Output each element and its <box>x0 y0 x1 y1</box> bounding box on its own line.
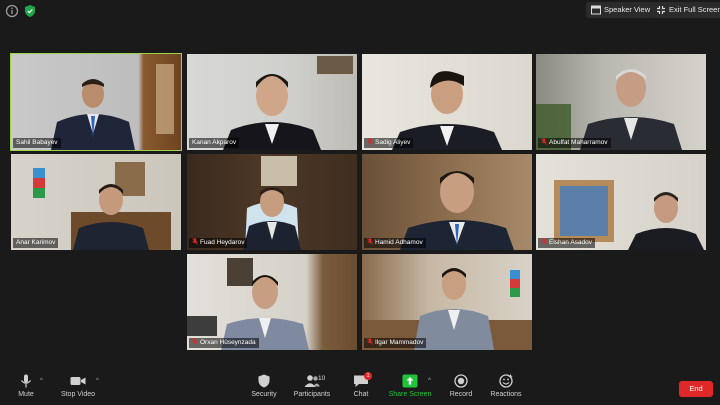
chat-button[interactable]: 1 Chat <box>348 372 374 398</box>
participant-video <box>223 56 353 150</box>
reactions-smiley-icon <box>499 374 513 388</box>
security-label: Security <box>251 391 277 398</box>
participant-name-tag: Ilgar Mammadov <box>364 338 427 348</box>
video-camera-icon <box>70 377 86 385</box>
stop-video-button[interactable]: Stop Video <box>58 374 98 398</box>
participant-name-tag: Orxan Hüseynzada <box>189 338 259 348</box>
participant-video <box>400 171 514 250</box>
record-label: Record <box>449 391 473 398</box>
participant-name-tag: Kanan Akparov <box>189 138 240 148</box>
participant-name: Anar Karimov <box>16 239 56 246</box>
participant-video <box>187 258 309 350</box>
video-tile-abulfat-maharramov[interactable]: Abulfat Maharramov <box>536 54 706 150</box>
speaker-view-icon <box>591 5 601 15</box>
video-tile-ilgar-mammadov[interactable]: Ilgar Mammadov <box>362 254 532 350</box>
mute-button[interactable]: Mute <box>10 374 42 398</box>
share-screen-icon <box>402 374 418 388</box>
video-tile-orxan-huseynzada[interactable]: Orxan Hüseynzada <box>187 254 357 350</box>
participants-count: 10 <box>318 375 326 382</box>
chat-label: Chat <box>353 391 369 398</box>
participant-name: Fuad Heydarov <box>200 239 245 246</box>
exit-full-screen-button[interactable]: Exit Full Screen <box>651 2 720 18</box>
participant-name: Sahil Babayev <box>16 139 58 146</box>
muted-mic-icon <box>192 238 198 245</box>
video-tile-sahil-babayev[interactable]: Sahil Babayev <box>10 53 182 151</box>
top-bar: Speaker View Exit Full Screen <box>0 0 720 22</box>
participant-name: Hamid Adhamov <box>375 239 423 246</box>
muted-mic-icon <box>541 238 547 245</box>
mute-label: Mute <box>18 391 34 398</box>
share-screen-button[interactable]: Share Screen <box>388 374 432 398</box>
participant-name: Ilgar Mammadov <box>375 339 424 346</box>
participant-name: Sadig Aliyev <box>375 139 411 146</box>
participants-button[interactable]: 10 Participants <box>292 374 332 398</box>
audio-options-chevron-icon[interactable]: ^ <box>40 378 43 384</box>
participant-name: Elshan Asadov <box>549 239 593 246</box>
end-meeting-button[interactable]: End <box>679 381 713 397</box>
video-tile-sadig-aliyev[interactable]: Sadig Aliyev <box>362 54 532 150</box>
participant-name-tag: Fuad Heydarov <box>189 238 248 248</box>
video-tile-elshan-asadov[interactable]: Elshan Asadov <box>536 154 706 250</box>
participant-video <box>536 69 682 150</box>
video-tile-hamid-adhamov[interactable]: Hamid Adhamov <box>362 154 532 250</box>
muted-mic-icon <box>367 138 373 145</box>
reactions-button[interactable]: Reactions <box>488 374 524 398</box>
muted-mic-icon <box>541 138 547 145</box>
participant-video <box>51 64 174 150</box>
security-shield-icon <box>258 374 270 388</box>
participants-label: Participants <box>293 391 331 398</box>
video-tile-anar-karimov[interactable]: Anar Karimov <box>11 154 181 250</box>
speaker-view-label: Speaker View <box>604 5 651 14</box>
participant-video <box>362 268 532 350</box>
participant-video <box>554 180 704 250</box>
encryption-shield-icon[interactable] <box>23 4 37 18</box>
participant-video <box>392 71 502 150</box>
participant-name-tag: Sadig Aliyev <box>364 138 414 148</box>
participant-name-tag: Anar Karimov <box>13 238 59 248</box>
exit-full-screen-icon <box>656 5 666 15</box>
share-screen-label: Share Screen <box>388 391 432 398</box>
exit-full-screen-label: Exit Full Screen <box>669 5 720 14</box>
participant-name-tag: Elshan Asadov <box>538 238 596 248</box>
video-tile-fuad-heydarov[interactable]: Fuad Heydarov <box>187 154 357 250</box>
reactions-label: Reactions <box>490 391 522 398</box>
speaker-view-button[interactable]: Speaker View <box>586 2 656 18</box>
record-button[interactable]: Record <box>446 374 476 398</box>
muted-mic-icon <box>367 338 373 345</box>
video-tile-kanan-akparov[interactable]: Kanan Akparov <box>187 54 357 150</box>
security-button[interactable]: Security <box>248 374 280 398</box>
participant-name-tag: Abulfat Maharramov <box>538 138 611 148</box>
participant-name-tag: Sahil Babayev <box>13 138 61 148</box>
video-options-chevron-icon[interactable]: ^ <box>96 378 99 384</box>
participant-video <box>243 156 301 250</box>
participant-name: Orxan Hüseynzada <box>200 339 256 346</box>
participant-name: Kanan Akparov <box>192 139 237 146</box>
record-icon <box>454 374 468 388</box>
info-icon[interactable] <box>5 4 19 18</box>
participant-name-tag: Hamid Adhamov <box>364 238 426 248</box>
stop-video-label: Stop Video <box>60 391 96 398</box>
chat-unread-badge: 1 <box>364 372 372 380</box>
participant-name: Abulfat Maharramov <box>549 139 608 146</box>
participant-video <box>33 162 171 250</box>
muted-mic-icon <box>367 238 373 245</box>
microphone-icon <box>21 374 31 388</box>
share-options-chevron-icon[interactable]: ^ <box>428 378 431 384</box>
muted-mic-icon <box>192 338 198 345</box>
meeting-toolbar: Mute ^ Stop Video ^ Security 10 Particip… <box>0 370 720 405</box>
